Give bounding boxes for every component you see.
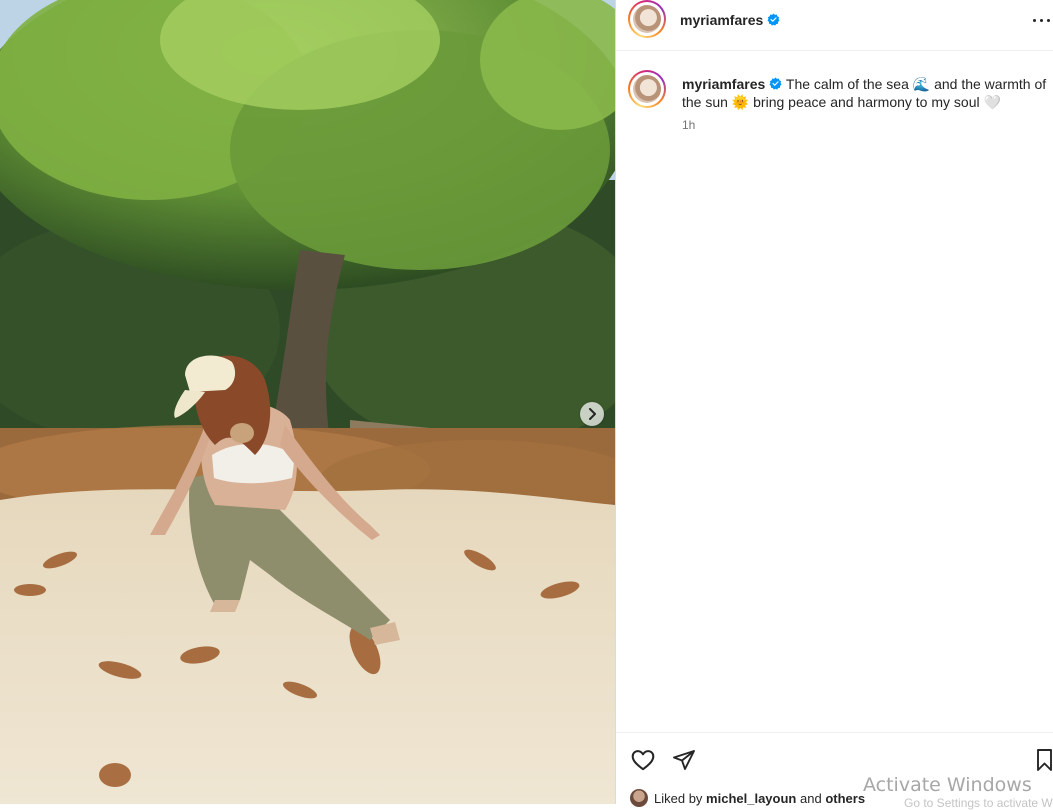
share-button[interactable] bbox=[672, 748, 696, 777]
caption-profile-photo bbox=[633, 75, 661, 103]
liker-avatar[interactable] bbox=[630, 789, 648, 807]
like-button[interactable] bbox=[630, 747, 656, 778]
carousel-next-button[interactable] bbox=[580, 402, 604, 426]
likes-summary: Liked by michel_layoun and others bbox=[630, 789, 865, 807]
send-icon bbox=[673, 750, 695, 770]
header-username[interactable]: myriamfares bbox=[680, 12, 780, 28]
post-media[interactable] bbox=[0, 0, 615, 804]
activate-windows-watermark: Activate Windows bbox=[863, 774, 1032, 796]
bookmark-icon bbox=[1037, 749, 1052, 771]
activate-windows-subtext: Go to Settings to activate Windows. bbox=[904, 796, 1053, 810]
save-button[interactable] bbox=[1036, 748, 1053, 777]
more-options-icon[interactable] bbox=[1031, 10, 1053, 30]
header-username-text[interactable]: myriamfares bbox=[680, 12, 763, 28]
caption-avatar[interactable] bbox=[628, 70, 666, 108]
chevron-right-icon bbox=[589, 408, 596, 420]
post-header: myriamfares bbox=[616, 0, 1053, 51]
caption-text-block: myriamfares The calm of the sea 🌊 and th… bbox=[682, 75, 1047, 111]
heart-icon bbox=[631, 750, 655, 771]
actions-divider bbox=[616, 732, 1053, 733]
post-photo bbox=[0, 0, 615, 804]
post-side-panel: myriamfares myriamfares The calm of the … bbox=[616, 0, 1053, 810]
verified-badge-icon bbox=[767, 13, 780, 26]
caption-timestamp[interactable]: 1h bbox=[682, 118, 695, 132]
avatar[interactable] bbox=[628, 0, 666, 38]
caption-username[interactable]: myriamfares bbox=[682, 76, 765, 92]
verified-badge-icon bbox=[769, 77, 782, 90]
profile-photo bbox=[633, 5, 661, 33]
